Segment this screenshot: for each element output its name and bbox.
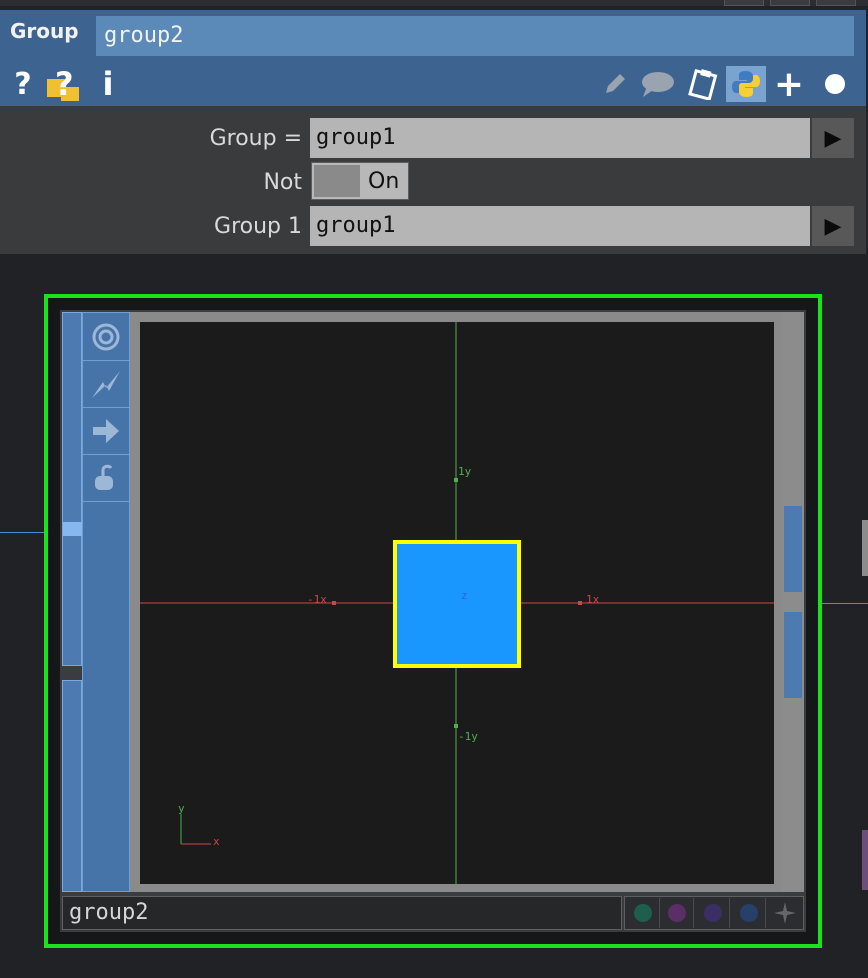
node-input-strip[interactable] [62,312,82,666]
window-tab-1[interactable] [724,0,764,6]
clipboard-icon[interactable] [684,64,722,104]
label-neg-x: -1x [307,593,327,606]
node-name-label: group2 [69,900,149,925]
not-toggle[interactable]: On [311,162,409,200]
gizmo-x-label: x [213,835,220,848]
play-arrow-icon: ▶ [824,213,842,239]
operator-name-field[interactable]: group2 [96,16,854,56]
tick-neg-x [332,601,336,605]
cook-icon[interactable] [82,361,130,408]
group-expr-field[interactable]: group1 [310,118,810,158]
viewer-side-strip[interactable] [782,312,804,892]
python-icon[interactable] [726,66,766,102]
label-pos-y: 1y [458,465,472,478]
geometry-viewer[interactable]: 1y -1y -1x 1x z y x [140,322,774,884]
python-help-icon[interactable]: ? [44,64,88,104]
viewer-canvas: 1y -1y -1x 1x z y x [140,322,774,884]
tick-pos-x [578,601,582,605]
help-icon[interactable]: ? [8,64,38,104]
label-neg-y: -1y [458,730,478,743]
tick-pos-y [454,478,458,482]
bypass-dot-icon[interactable] [818,64,852,104]
output-connector-lower[interactable] [784,612,802,698]
param-label-group-expr: Group = [209,126,302,151]
window-tab-3[interactable] [816,0,856,6]
not-toggle-value: On [368,169,400,194]
info-icon[interactable]: i [96,64,120,104]
group1-menu-button[interactable]: ▶ [812,206,854,246]
play-arrow-icon: ▶ [824,125,842,151]
star-flag-icon[interactable] [768,898,802,928]
add-icon[interactable]: + [772,64,806,105]
group-expr-menu-button[interactable]: ▶ [812,118,854,158]
selected-geometry-square[interactable] [393,540,521,668]
group1-field[interactable]: group1 [310,206,810,246]
group1-value: group1 [316,213,396,238]
lock-icon[interactable] [82,455,130,502]
flag-teal[interactable] [626,898,660,928]
comment-icon[interactable] [638,64,678,104]
flag-violet[interactable] [696,898,730,928]
flag-blue[interactable] [732,898,766,928]
export-arrow-icon[interactable] [82,408,130,455]
edit-icon[interactable] [598,64,632,104]
param-label-not: Not [263,170,302,195]
adjacent-node-edge-purple[interactable] [862,830,868,890]
adjacent-node-edge[interactable] [862,520,868,576]
node-input-strip-lower[interactable] [62,680,82,892]
input-connector[interactable] [63,522,83,536]
toggle-knob [314,165,360,197]
param-label-group1: Group 1 [214,214,302,239]
label-pos-x: 1x [586,593,600,606]
node-name-box[interactable]: group2 [62,896,622,930]
output-connector-upper[interactable] [784,506,802,592]
operator-type-label: Group [10,19,79,43]
flag-purple[interactable] [660,898,694,928]
window-tab-2[interactable] [770,0,810,6]
svg-text:?: ? [55,65,74,103]
group-expr-value: group1 [316,125,396,150]
operator-name-text: group2 [104,23,184,48]
viewer-active-icon[interactable] [82,314,130,361]
tick-neg-y [454,724,458,728]
label-z: z [461,589,468,602]
gizmo-y-label: y [178,802,185,815]
